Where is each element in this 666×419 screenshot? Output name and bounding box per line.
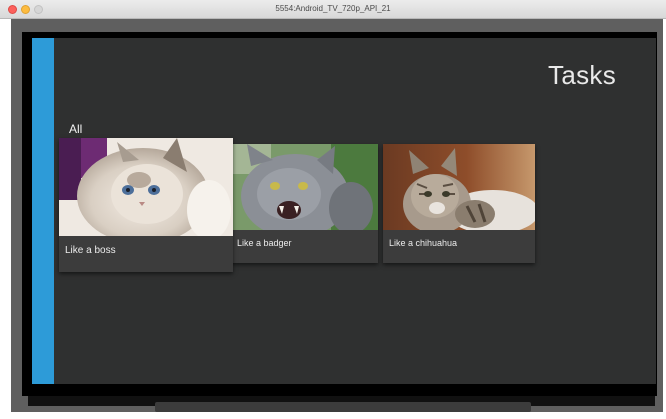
window-titlebar[interactable]: 5554:Android_TV_720p_API_21 bbox=[0, 0, 666, 19]
grey-hissing-cat-image bbox=[231, 144, 378, 230]
card-like-a-badger[interactable]: Like a badger bbox=[231, 144, 378, 263]
card-label: Like a boss bbox=[65, 245, 116, 256]
window-title: 5554:Android_TV_720p_API_21 bbox=[275, 4, 391, 13]
page-title: Tasks bbox=[548, 60, 616, 90]
card-like-a-boss[interactable]: Like a boss bbox=[59, 138, 233, 272]
card-label: Like a chihuahua bbox=[389, 238, 458, 248]
tv-stand-base bbox=[155, 402, 531, 412]
tabby-cat-image bbox=[383, 144, 535, 230]
white-fluffy-cat-image bbox=[59, 138, 233, 236]
card-like-a-chihuahua[interactable]: Like a chihuahua bbox=[383, 144, 535, 263]
tv-screen: Tasks All Like a boss Like a badger Like… bbox=[32, 38, 656, 384]
navigation-strip[interactable] bbox=[32, 38, 54, 384]
row-header: All bbox=[69, 122, 83, 136]
card-label: Like a badger bbox=[237, 238, 292, 248]
